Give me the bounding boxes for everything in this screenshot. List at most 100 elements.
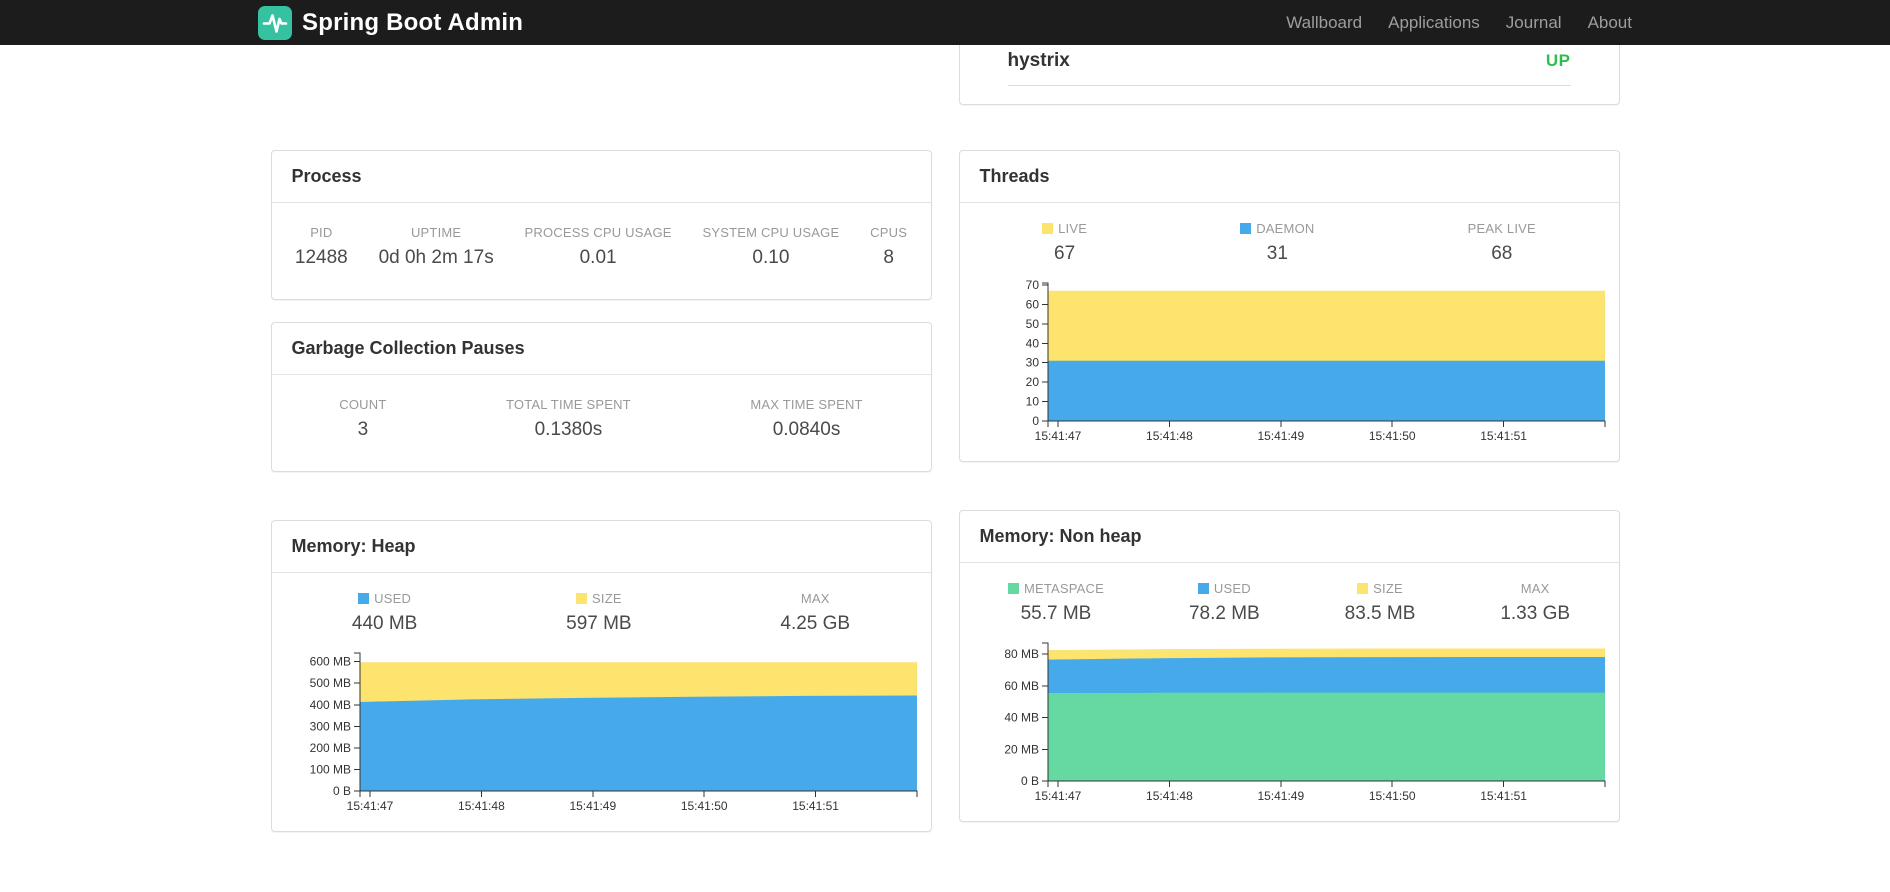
svg-text:15:41:47: 15:41:47 — [1034, 789, 1081, 803]
svg-text:15:41:51: 15:41:51 — [1480, 789, 1527, 803]
svg-text:40 MB: 40 MB — [1004, 711, 1039, 725]
memory-nonheap-panel: Memory: Non heap METASPACE 55.7 MB USED … — [958, 510, 1620, 822]
legend-swatch-used-icon — [358, 593, 370, 604]
stat-label: SYSTEM CPU USAGE — [702, 225, 840, 240]
stat-value: 0.0840s — [772, 419, 841, 440]
stat-heap-used: USED 440 MB — [352, 591, 417, 635]
legend-swatch-size-icon — [576, 593, 588, 604]
svg-text:20: 20 — [1025, 375, 1039, 389]
stat-value: 0.01 — [579, 247, 617, 268]
stat-value: 597 MB — [566, 613, 632, 634]
stat-value: 12488 — [294, 247, 348, 268]
stat-label: DAEMON — [1256, 221, 1315, 236]
stat-heap-max: MAX 4.25 GB — [780, 591, 850, 635]
nonheap-panel-title: Memory: Non heap — [979, 526, 1142, 546]
application-name[interactable]: hystrix — [1008, 50, 1070, 72]
spring-boot-admin-logo-icon — [258, 5, 292, 40]
svg-text:15:41:47: 15:41:47 — [1034, 429, 1081, 443]
svg-text:500 MB: 500 MB — [309, 676, 350, 690]
legend-swatch-metaspace-icon — [1007, 583, 1019, 594]
stat-value: 4.25 GB — [780, 613, 851, 634]
gc-pauses-panel: Garbage Collection Pauses COUNT 3 TOTAL … — [270, 322, 932, 472]
stat-value: 31 — [1266, 243, 1288, 264]
svg-text:15:41:49: 15:41:49 — [1257, 429, 1304, 443]
svg-text:15:41:50: 15:41:50 — [1368, 789, 1415, 803]
svg-text:15:41:51: 15:41:51 — [1480, 429, 1527, 443]
svg-text:300 MB: 300 MB — [309, 719, 350, 733]
stat-label: LIVE — [1058, 221, 1088, 236]
nonheap-stats-row: METASPACE 55.7 MB USED 78.2 MB SIZE 83.5… — [966, 581, 1613, 625]
stat-heap-size: SIZE 597 MB — [566, 591, 631, 635]
svg-text:20 MB: 20 MB — [1004, 742, 1039, 756]
stat-label: COUNT — [339, 397, 387, 412]
process-panel-title: Process — [291, 166, 362, 186]
nav-link-journal[interactable]: Journal — [1493, 13, 1575, 33]
stat-label: TOTAL TIME SPENT — [506, 397, 631, 412]
process-stats-row: PID 12488 UPTIME 0d 0h 2m 17s PROCESS CP… — [280, 225, 923, 269]
stat-value: 55.7 MB — [1020, 603, 1092, 624]
stat-uptime: UPTIME 0d 0h 2m 17s — [379, 225, 494, 269]
nav-link-applications[interactable]: Applications — [1375, 13, 1493, 33]
svg-text:30: 30 — [1025, 356, 1039, 370]
svg-text:0: 0 — [1032, 414, 1039, 428]
stat-value: 83.5 MB — [1344, 603, 1416, 624]
memory-nonheap-chart: 0 B 20 MB 40 MB 60 MB 80 MB 15:41:47 15:41:48 1… — [1004, 642, 1605, 803]
nav-link-about[interactable]: About — [1575, 13, 1632, 33]
legend-swatch-size-icon — [1357, 583, 1369, 594]
stat-gc-max-time: MAX TIME SPENT 0.0840s — [750, 397, 862, 441]
stat-value: 0d 0h 2m 17s — [378, 247, 494, 268]
svg-text:200 MB: 200 MB — [309, 741, 350, 755]
stat-label: MAX — [800, 591, 830, 606]
svg-text:15:41:51: 15:41:51 — [792, 799, 839, 813]
svg-text:600 MB: 600 MB — [309, 655, 350, 669]
top-row-spacer — [271, 45, 932, 105]
stat-value: 1.33 GB — [1500, 603, 1571, 624]
stat-label: MAX — [1520, 581, 1550, 596]
brand-home-link[interactable]: Spring Boot Admin — [258, 5, 524, 40]
application-status-panel: hystrix UP — [958, 45, 1620, 105]
stat-pid: PID 12488 — [295, 225, 348, 269]
svg-text:60 MB: 60 MB — [1004, 679, 1039, 693]
stat-process-cpu-usage: PROCESS CPU USAGE 0.01 — [525, 225, 672, 269]
stat-label: USED — [374, 591, 412, 606]
stat-label: USED — [1213, 581, 1251, 596]
stat-nonheap-metaspace: METASPACE 55.7 MB — [1007, 581, 1105, 625]
svg-text:10: 10 — [1025, 395, 1039, 409]
main-nav: Wallboard Applications Journal About — [1273, 13, 1632, 33]
navbar: Spring Boot Admin Wallboard Applications… — [0, 0, 1890, 45]
stat-label: UPTIME — [410, 225, 462, 240]
stat-label: PID — [310, 225, 333, 240]
stat-threads-live: LIVE 67 — [1042, 221, 1087, 265]
stat-label: METASPACE — [1023, 581, 1105, 596]
svg-text:40: 40 — [1025, 336, 1039, 350]
brand-title: Spring Boot Admin — [302, 8, 524, 36]
svg-text:15:41:50: 15:41:50 — [1368, 429, 1415, 443]
memory-heap-panel: Memory: Heap USED 440 MB SIZE 597 MB MAX… — [270, 520, 932, 832]
gc-panel-title: Garbage Collection Pauses — [291, 338, 525, 358]
svg-text:70: 70 — [1025, 278, 1039, 292]
stat-threads-peak-live: PEAK LIVE 68 — [1468, 221, 1536, 265]
svg-text:0 B: 0 B — [1020, 774, 1038, 788]
nav-link-wallboard[interactable]: Wallboard — [1273, 13, 1375, 33]
svg-text:15:41:49: 15:41:49 — [1257, 789, 1304, 803]
svg-text:50: 50 — [1025, 317, 1039, 331]
application-row[interactable]: hystrix UP — [1007, 45, 1571, 86]
threads-panel-title: Threads — [979, 166, 1050, 186]
heap-stats-row: USED 440 MB SIZE 597 MB MAX 4.25 GB — [278, 591, 925, 635]
svg-text:15:41:48: 15:41:48 — [1146, 429, 1193, 443]
heap-panel-title: Memory: Heap — [291, 536, 416, 556]
svg-text:15:41:49: 15:41:49 — [569, 799, 616, 813]
stat-value: 440 MB — [351, 613, 418, 634]
svg-text:100 MB: 100 MB — [309, 762, 350, 776]
stat-label: PROCESS CPU USAGE — [524, 225, 672, 240]
stat-value: 8 — [883, 247, 894, 268]
svg-text:15:41:48: 15:41:48 — [458, 799, 505, 813]
stat-label: CPUS — [870, 225, 908, 240]
stat-value: 68 — [1491, 243, 1513, 264]
stat-cpus: CPUS 8 — [870, 225, 907, 269]
svg-text:60: 60 — [1025, 297, 1039, 311]
legend-swatch-daemon-icon — [1240, 223, 1252, 234]
stat-value: 78.2 MB — [1188, 603, 1260, 624]
legend-swatch-used-icon — [1197, 583, 1209, 594]
stat-label: SIZE — [1373, 581, 1403, 596]
